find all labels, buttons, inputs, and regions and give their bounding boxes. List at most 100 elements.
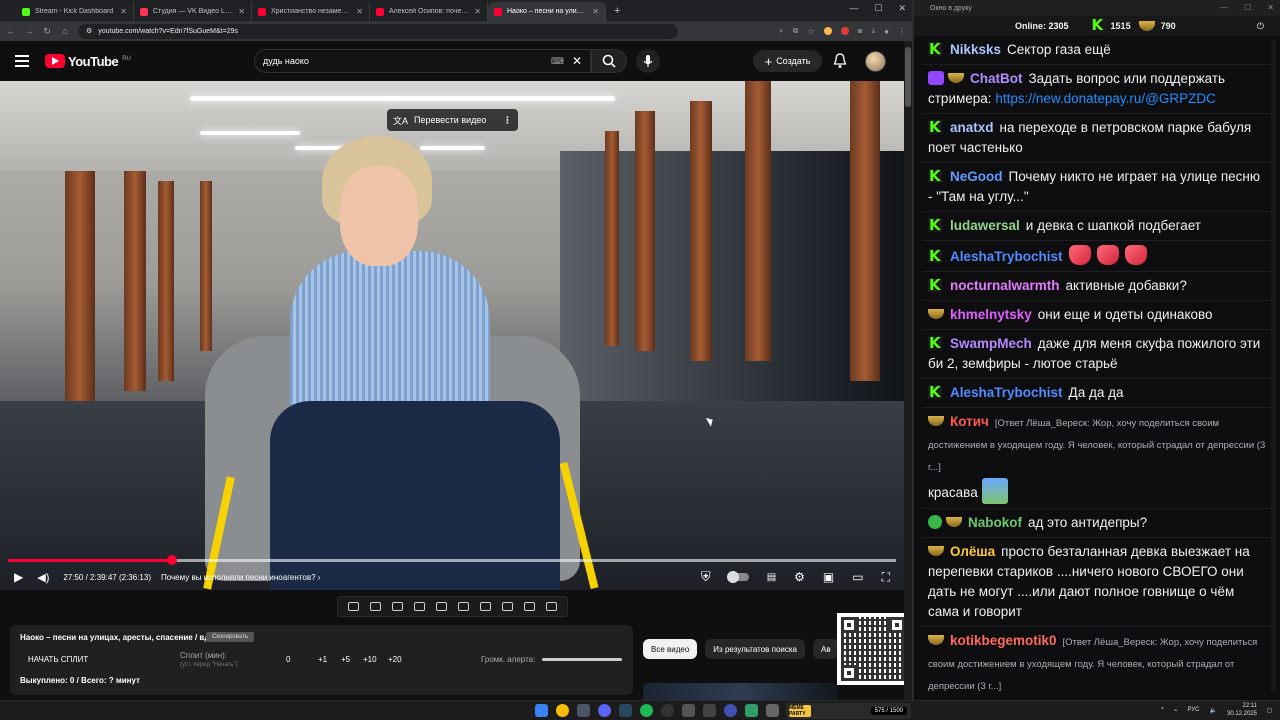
site-info-icon[interactable]: ⚙ bbox=[86, 27, 92, 35]
forward-icon[interactable]: → bbox=[24, 26, 34, 36]
home-icon[interactable]: ⌂ bbox=[60, 26, 70, 36]
profile-icon[interactable]: ● bbox=[884, 27, 889, 36]
search-input[interactable]: дудь наоко ⌨ ✕ bbox=[254, 49, 591, 73]
gear-icon[interactable] bbox=[546, 602, 558, 611]
chat-username[interactable]: Олёша bbox=[950, 544, 995, 559]
avatar[interactable] bbox=[865, 51, 886, 72]
settings-icon[interactable]: ⏻ bbox=[1257, 21, 1264, 32]
video-player[interactable]: 文A Перевести видео ⋮ ▶ ◀) 27:50 / 2:39:4… bbox=[0, 81, 904, 590]
app-icon[interactable] bbox=[577, 704, 590, 717]
browser-tab[interactable]: Христианство незаметно уход... ✕ bbox=[252, 2, 370, 21]
close-tab-icon[interactable]: ✕ bbox=[120, 7, 127, 16]
picture-icon[interactable] bbox=[435, 602, 447, 611]
new-tab-icon[interactable]: + bbox=[606, 2, 628, 21]
discord-icon[interactable] bbox=[598, 704, 611, 717]
chapter-title[interactable]: Почему вы исполняли песни иноагентов? › bbox=[161, 573, 320, 582]
extension-icon[interactable] bbox=[840, 27, 849, 35]
chat-username[interactable]: SwampMech bbox=[950, 336, 1032, 351]
spotify-icon[interactable] bbox=[640, 704, 653, 717]
close-tab-icon[interactable]: ✕ bbox=[474, 7, 481, 16]
start-split-button[interactable]: НАЧАТЬ СПЛИТ bbox=[28, 655, 88, 664]
chat-username[interactable]: NeGood bbox=[950, 169, 1003, 184]
app-icon[interactable] bbox=[745, 704, 758, 717]
steam-icon[interactable] bbox=[619, 704, 632, 717]
chat-username[interactable]: Nikksks bbox=[950, 42, 1001, 57]
chrome-icon[interactable] bbox=[556, 704, 569, 717]
chat-username[interactable]: ChatBot bbox=[970, 71, 1023, 86]
page-scrollbar[interactable] bbox=[904, 41, 912, 700]
alert-volume-slider[interactable] bbox=[542, 658, 622, 661]
youtube-logo[interactable]: YouTube RU bbox=[45, 54, 131, 69]
app-icon[interactable] bbox=[682, 704, 695, 717]
theater-mode-icon[interactable]: ▭ bbox=[852, 570, 863, 584]
chip-all-videos[interactable]: Все видео bbox=[643, 639, 698, 659]
close-tab-icon[interactable]: ✕ bbox=[238, 7, 245, 16]
clip-icon[interactable] bbox=[502, 602, 514, 611]
split-value-button[interactable]: +20 bbox=[388, 655, 402, 664]
repeat-icon[interactable] bbox=[347, 602, 359, 611]
screen-icon[interactable] bbox=[391, 602, 403, 611]
chat-scrollbar[interactable] bbox=[1271, 40, 1276, 692]
close-icon[interactable]: ✕ bbox=[1267, 3, 1274, 12]
reload-icon[interactable]: ↻ bbox=[42, 26, 52, 37]
clock[interactable]: 22:11 30.12.2025 bbox=[1227, 702, 1257, 718]
clear-search-icon[interactable]: ✕ bbox=[572, 54, 582, 68]
fullscreen-icon[interactable]: ⛶ bbox=[882, 570, 890, 585]
close-tab-icon[interactable]: ✕ bbox=[356, 7, 363, 16]
bookmark-star-icon[interactable]: ☆ bbox=[807, 27, 814, 36]
notifications-icon[interactable] bbox=[833, 53, 847, 74]
video-thumbnail[interactable] bbox=[643, 683, 838, 700]
speed-icon[interactable] bbox=[480, 602, 492, 611]
filmstrip-icon[interactable] bbox=[458, 602, 470, 611]
browser-tab[interactable]: Студия — VK Видео Live ✕ bbox=[134, 2, 252, 21]
split-value-button[interactable]: +1 bbox=[318, 655, 327, 664]
chevron-up-icon[interactable]: ^ bbox=[1161, 707, 1164, 713]
notifications-icon[interactable]: ◻ bbox=[1267, 707, 1272, 714]
chat-username[interactable]: kotikbegemotik0 bbox=[950, 633, 1057, 648]
subtitles-icon[interactable]: ▤ bbox=[767, 572, 776, 583]
chat-username[interactable]: AleshaTrybochist bbox=[950, 385, 1063, 400]
settings-icon[interactable]: ⚙ bbox=[794, 570, 805, 584]
meme-party-widget[interactable]: MEME PARTY 575 / 1500 bbox=[786, 703, 911, 719]
miniplayer-icon[interactable]: ▣ bbox=[823, 570, 834, 584]
chat-username[interactable]: nocturnalwarmth bbox=[950, 278, 1060, 293]
app-icon[interactable] bbox=[724, 704, 737, 717]
app-icon[interactable] bbox=[766, 704, 779, 717]
copy-button[interactable]: Скопировать bbox=[206, 632, 254, 642]
chat-username[interactable]: Котич bbox=[950, 414, 989, 429]
chat-username[interactable]: ludawersal bbox=[950, 218, 1020, 233]
close-tab-icon[interactable]: ✕ bbox=[592, 7, 599, 16]
shield-icon[interactable]: ⛨ bbox=[701, 569, 711, 585]
split-value-button[interactable]: +10 bbox=[363, 655, 377, 664]
film-icon[interactable] bbox=[413, 602, 425, 611]
chat-username[interactable]: AleshaTrybochist bbox=[950, 249, 1063, 264]
split-value-button[interactable]: 0 bbox=[286, 655, 290, 664]
more-options-icon[interactable]: ⋮ bbox=[503, 115, 512, 126]
cast-icon[interactable] bbox=[369, 602, 381, 611]
camera-icon[interactable] bbox=[524, 602, 536, 611]
voice-search-button[interactable] bbox=[636, 49, 660, 73]
split-value-button[interactable]: +5 bbox=[341, 655, 350, 664]
speaker-icon[interactable]: 🔈 bbox=[1210, 707, 1217, 714]
minimize-icon[interactable]: — bbox=[849, 3, 858, 14]
volume-icon[interactable]: ◀) bbox=[37, 571, 49, 584]
chat-link[interactable]: https://new.donatepay.ru/@GRPZDC bbox=[995, 91, 1216, 106]
play-icon[interactable]: ▶ bbox=[14, 570, 23, 584]
chat-username[interactable]: khmelnytsky bbox=[950, 307, 1032, 322]
obs-icon[interactable] bbox=[661, 704, 674, 717]
zoom-icon[interactable]: ⌕ bbox=[779, 26, 783, 36]
keyboard-icon[interactable]: ⌨ bbox=[551, 56, 564, 67]
minimize-icon[interactable]: — bbox=[1220, 3, 1228, 12]
share-icon[interactable]: ⧉ bbox=[793, 26, 799, 36]
search-button[interactable] bbox=[591, 49, 627, 73]
autoplay-toggle[interactable] bbox=[726, 571, 749, 583]
language-indicator[interactable]: РУС bbox=[1187, 707, 1199, 713]
browser-tab[interactable]: Stream - Kick Dashboard ✕ bbox=[16, 2, 134, 21]
browser-tab[interactable]: Алексей Осипов: почему Бог... ✕ bbox=[370, 2, 488, 21]
back-icon[interactable]: ← bbox=[6, 26, 16, 36]
chat-username[interactable]: anatxd bbox=[950, 120, 994, 135]
download-icon[interactable]: ⤓ bbox=[872, 26, 876, 36]
menu-icon[interactable] bbox=[15, 55, 29, 67]
browser-tab[interactable]: Наоко – песни на улицах, аре... ✕ bbox=[488, 2, 606, 21]
progress-bar[interactable] bbox=[8, 555, 896, 565]
